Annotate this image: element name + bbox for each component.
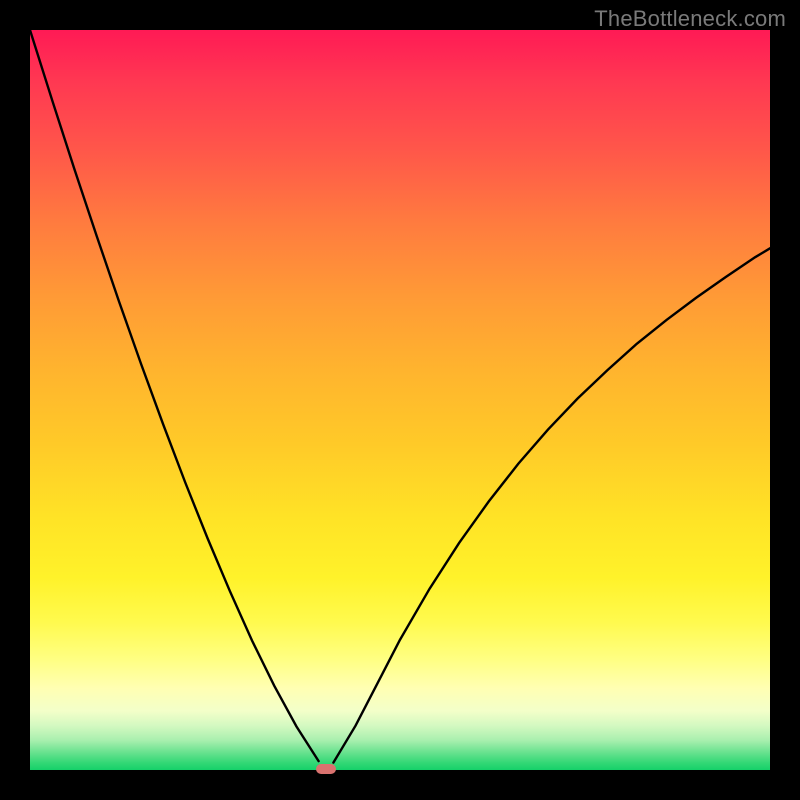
optimum-marker bbox=[316, 764, 336, 774]
plot-area bbox=[30, 30, 770, 770]
watermark-text: TheBottleneck.com bbox=[594, 6, 786, 32]
bottleneck-curve bbox=[30, 30, 770, 770]
chart-frame: TheBottleneck.com bbox=[0, 0, 800, 800]
